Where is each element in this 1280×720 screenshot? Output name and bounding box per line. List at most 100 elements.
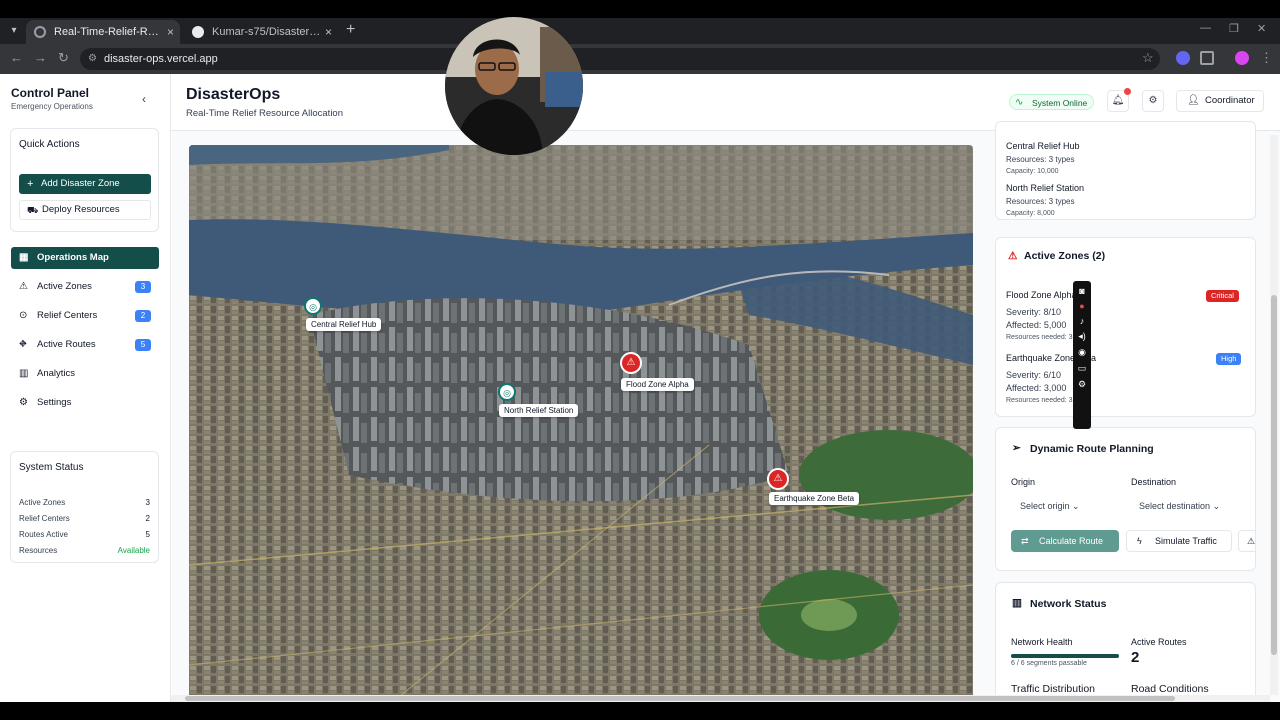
network-title: Network Status	[1030, 598, 1107, 610]
restore-icon[interactable]: ❐	[1229, 22, 1239, 35]
address-bar[interactable]: ⚙ disaster-ops.vercel.app	[80, 48, 1160, 70]
chevron-down-icon: ⌄	[1072, 501, 1080, 511]
route-icon: ⇄	[1021, 536, 1029, 546]
sidebar-item-label: Analytics	[37, 368, 76, 379]
gear-icon: ⚙	[19, 397, 28, 408]
destination-placeholder: Select destination	[1139, 501, 1211, 511]
record-icon[interactable]: ●	[1073, 301, 1091, 311]
zone-affected: Affected: 5,000	[1006, 320, 1067, 330]
plus-icon: +	[27, 178, 34, 190]
site-info-icon[interactable]: ⚙	[88, 48, 97, 70]
tab-github[interactable]: Kumar-s75/DisasterOps: During ×	[184, 20, 338, 44]
settings-button[interactable]: ⚙	[1142, 90, 1164, 112]
status-badge: ∿ System Online	[1009, 94, 1095, 110]
bar-chart-icon: ▥	[1012, 597, 1022, 609]
health-progress-bar	[1011, 654, 1119, 658]
operations-map[interactable]: ◎ Central Relief Hub ◎ North Relief Stat…	[189, 145, 973, 702]
camera-icon[interactable]: ◙	[1073, 286, 1091, 296]
sidebar-item-relief-centers[interactable]: ⊙ Relief Centers 2	[11, 305, 159, 327]
scrollbar-thumb[interactable]	[185, 696, 1175, 701]
forward-icon[interactable]: →	[34, 50, 47, 65]
menu-icon[interactable]: ⋮	[1260, 50, 1273, 66]
chevron-left-icon[interactable]: ‹	[142, 92, 146, 106]
status-label: Routes Active	[19, 530, 68, 539]
horizontal-scrollbar[interactable]	[171, 695, 1270, 702]
webcam-overlay	[445, 17, 583, 155]
count-badge: 2	[135, 310, 151, 322]
overflow-button[interactable]: ⚠ S	[1238, 530, 1255, 552]
severity-badge: Critical	[1206, 290, 1239, 302]
calculate-route-button[interactable]: ⇄ Calculate Route	[1011, 530, 1119, 552]
status-row: Resources Available	[19, 546, 150, 555]
sidebar-item-label: Active Routes	[37, 339, 96, 350]
disaster-zone-pin[interactable]: ⚠	[620, 352, 642, 374]
vertical-scrollbar[interactable]	[1270, 135, 1278, 695]
simulate-traffic-button[interactable]: ϟ Simulate Traffic	[1126, 530, 1232, 552]
route-planning-card: ➢ Dynamic Route Planning Origin Select o…	[995, 427, 1256, 571]
recorder-toolbar: ◙ ● ♪ ◂) ◉ ▭ ⚙	[1073, 281, 1091, 429]
minimize-icon[interactable]: —	[1200, 22, 1211, 34]
close-icon[interactable]: ×	[167, 20, 174, 44]
relief-center-pin[interactable]: ◎	[304, 297, 322, 315]
map-icon: ▦	[19, 252, 29, 263]
center-name: Central Relief Hub	[1006, 141, 1080, 151]
warning-icon: ⚠	[1008, 250, 1018, 262]
quick-actions-title: Quick Actions	[19, 139, 80, 150]
globe-icon	[34, 26, 46, 38]
window-icon[interactable]: ▭	[1073, 363, 1091, 374]
destination-select[interactable]: Select destination ⌄	[1139, 501, 1220, 512]
speaker-icon[interactable]: ◂)	[1073, 331, 1091, 342]
reload-icon[interactable]: ↻	[58, 50, 69, 66]
tab-active[interactable]: Real-Time-Relief-Resource-Allocation ×	[26, 20, 180, 44]
close-window-icon[interactable]: ✕	[1257, 22, 1266, 35]
routing-title: Dynamic Route Planning	[1030, 443, 1154, 455]
tab-title: Kumar-s75/DisasterOps: During	[212, 26, 322, 38]
close-icon[interactable]: ×	[325, 20, 332, 44]
notifications-button[interactable]: 🔔︎	[1107, 88, 1131, 112]
gear-icon[interactable]: ⚙	[1073, 379, 1091, 390]
count-badge: 3	[135, 281, 151, 293]
calculate-route-label: Calculate Route	[1039, 536, 1104, 546]
sidebar-item-active-routes[interactable]: ⛖ Active Routes 5	[11, 334, 159, 356]
sidebar: Control Panel Emergency Operations ‹ Qui…	[0, 74, 171, 702]
sidebar-item-label: Relief Centers	[37, 310, 98, 321]
webcam-icon[interactable]: ◉	[1073, 347, 1091, 358]
scrollbar-thumb[interactable]	[1271, 295, 1277, 655]
simulate-traffic-label: Simulate Traffic	[1155, 536, 1217, 546]
status-value: 5	[145, 530, 150, 539]
bell-icon: 🔔︎	[1111, 95, 1125, 106]
sidebar-item-settings[interactable]: ⚙ Settings	[11, 392, 159, 414]
sidebar-item-analytics[interactable]: ▥ Analytics	[11, 363, 159, 385]
tab-search-icon[interactable]: ▾	[6, 23, 22, 39]
sidebar-item-operations-map[interactable]: ▦ Operations Map	[11, 247, 159, 269]
new-tab-button[interactable]: +	[346, 21, 355, 39]
back-icon[interactable]: ←	[10, 50, 23, 65]
sidebar-item-label: Operations Map	[37, 252, 109, 263]
deploy-resources-label: Deploy Resources	[42, 204, 120, 215]
map-pin-label: Earthquake Zone Beta	[769, 492, 860, 505]
user-button[interactable]: 👤︎ Coordinator	[1176, 90, 1264, 112]
system-status-card: System Status Active Zones 3 Relief Cent…	[10, 451, 159, 563]
truck-icon: ⛟	[27, 205, 39, 215]
deploy-resources-button[interactable]: ⛟ Deploy Resources	[19, 200, 151, 220]
tab-strip: ▾ Real-Time-Relief-Resource-Allocation ×…	[0, 18, 1280, 44]
origin-select[interactable]: Select origin ⌄	[1020, 501, 1080, 512]
origin-label: Origin	[1011, 477, 1036, 487]
center-name: North Relief Station	[1006, 183, 1085, 193]
active-routes-label: Active Routes	[1131, 637, 1187, 647]
map-pin-label: Central Relief Hub	[306, 318, 382, 331]
relief-center-pin[interactable]: ◎	[498, 383, 516, 401]
add-disaster-zone-button[interactable]: + Add Disaster Zone	[19, 174, 151, 194]
bookmark-star-icon[interactable]: ☆	[1142, 50, 1154, 66]
network-status-card: ▥ Network Status Network Health 6 / 6 se…	[995, 582, 1256, 702]
microphone-icon[interactable]: ♪	[1073, 316, 1091, 326]
center-resources: Resources: 3 types	[1006, 197, 1075, 206]
disaster-zone-pin[interactable]: ⚠	[767, 468, 789, 490]
puzzle-icon[interactable]	[1200, 51, 1214, 65]
health-progress-fill	[1011, 654, 1119, 658]
severity-badge: High	[1216, 353, 1242, 365]
sidebar-item-active-zones[interactable]: ⚠ Active Zones 3	[11, 276, 159, 298]
browser-toolbar: ← → ↻ ⚙ disaster-ops.vercel.app ☆ ⋮	[0, 44, 1280, 74]
avatar[interactable]	[1235, 51, 1249, 65]
extension-icon[interactable]	[1176, 51, 1190, 65]
